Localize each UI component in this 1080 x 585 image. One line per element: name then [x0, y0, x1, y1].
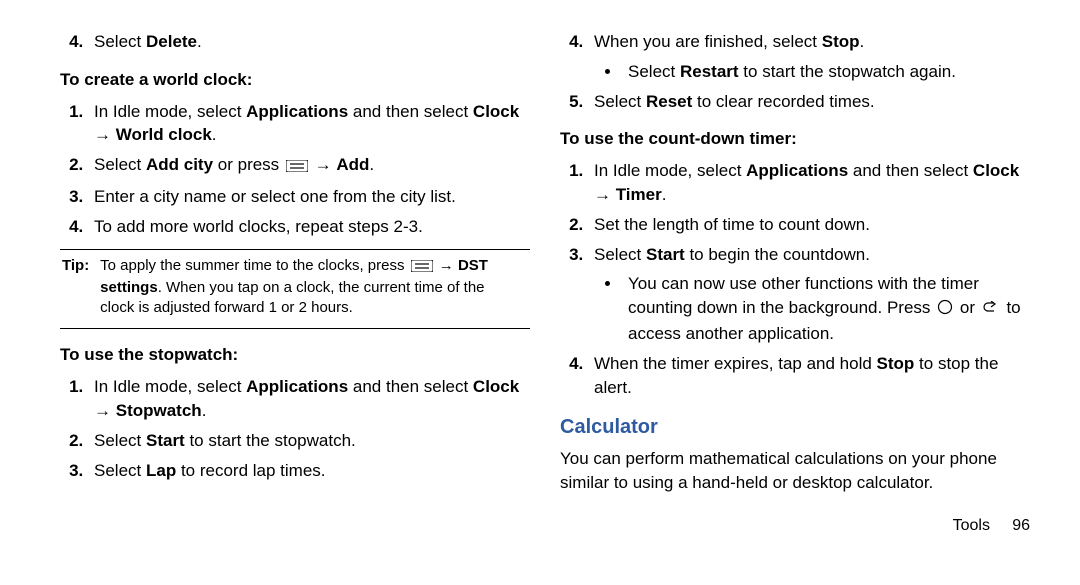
delete-step-list: Select Delete.	[60, 30, 530, 54]
back-icon	[982, 298, 1000, 322]
footer-page-number: 96	[1012, 517, 1030, 534]
stopwatch-step-5: Select Reset to clear recorded times.	[588, 90, 1030, 114]
step-delete: Select Delete.	[88, 30, 530, 54]
calculator-body: You can perform mathematical calculation…	[560, 447, 1030, 495]
stopwatch-step-3: Select Lap to record lap times.	[88, 459, 530, 483]
tip-label: Tip:	[62, 256, 96, 276]
page: Select Delete. To create a world clock: …	[0, 0, 1080, 547]
heading-stopwatch: To use the stopwatch:	[60, 343, 530, 367]
timer-step-3-sub: You can now use other functions with the…	[594, 272, 1030, 345]
create-step-3: Enter a city name or select one from the…	[88, 185, 530, 209]
right-column: When you are finished, select Stop. Sele…	[560, 30, 1030, 537]
timer-steps: In Idle mode, select Applications and th…	[560, 159, 1030, 399]
heading-timer: To use the count-down timer:	[560, 127, 1030, 151]
create-step-1: In Idle mode, select Applications and th…	[88, 100, 530, 148]
create-step-2: Select Add city or press → Add.	[88, 153, 530, 179]
tip-text: To apply the summer time to the clocks, …	[100, 256, 514, 319]
create-world-clock-steps: In Idle mode, select Applications and th…	[60, 100, 530, 239]
stopwatch-step-1: In Idle mode, select Applications and th…	[88, 375, 530, 423]
left-column: Select Delete. To create a world clock: …	[60, 30, 530, 537]
page-footer: Tools 96	[560, 515, 1030, 537]
timer-step-4: When the timer expires, tap and hold Sto…	[588, 352, 1030, 400]
stopwatch-step-4-sub: Select Restart to start the stopwatch ag…	[594, 60, 1030, 84]
timer-step-1: In Idle mode, select Applications and th…	[588, 159, 1030, 207]
stopwatch-steps-cont: When you are finished, select Stop. Sele…	[560, 30, 1030, 113]
home-icon	[937, 298, 953, 322]
stopwatch-step-2: Select Start to start the stopwatch.	[88, 429, 530, 453]
menu-icon	[286, 155, 308, 179]
tip-box: Tip: To apply the summer time to the clo…	[60, 249, 530, 330]
heading-create-world-clock: To create a world clock:	[60, 68, 530, 92]
create-step-4: To add more world clocks, repeat steps 2…	[88, 215, 530, 239]
section-title-calculator: Calculator	[560, 413, 1030, 441]
stopwatch-steps: In Idle mode, select Applications and th…	[60, 375, 530, 482]
menu-icon	[411, 258, 433, 278]
footer-section: Tools	[953, 517, 990, 534]
timer-step-3: Select Start to begin the countdown. You…	[588, 243, 1030, 346]
timer-background-note: You can now use other functions with the…	[622, 272, 1030, 345]
timer-step-2: Set the length of time to count down.	[588, 213, 1030, 237]
stopwatch-step-4: When you are finished, select Stop. Sele…	[588, 30, 1030, 84]
stopwatch-restart-note: Select Restart to start the stopwatch ag…	[622, 60, 1030, 84]
